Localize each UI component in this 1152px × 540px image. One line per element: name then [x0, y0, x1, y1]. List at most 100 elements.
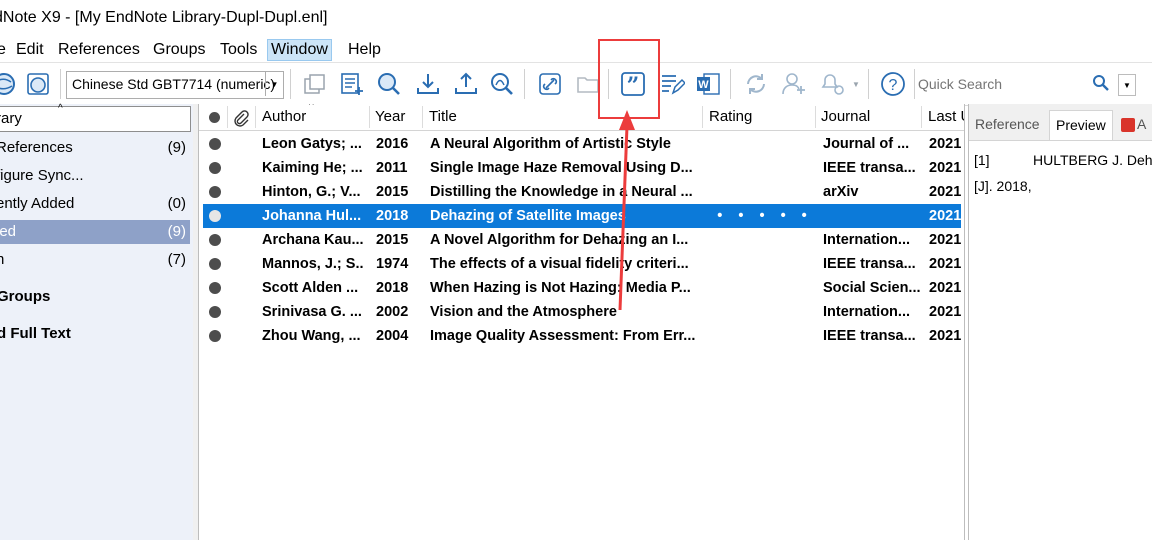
- tab-reference[interactable]: Reference: [969, 110, 1046, 139]
- title-bar: dNote X9 - [My EndNote Library-Dupl-Dupl…: [0, 0, 1152, 36]
- sync-icon[interactable]: [740, 68, 772, 100]
- cell-author: Kaiming He; ...: [262, 160, 363, 176]
- group-count: (0): [167, 195, 186, 212]
- cell-last-updated: 2021: [929, 304, 961, 320]
- integrated-library-icon[interactable]: [22, 68, 54, 100]
- tab-attached-pdfs-label: A: [1137, 116, 1147, 132]
- group-count: (7): [167, 251, 186, 268]
- read-status-icon[interactable]: [209, 138, 221, 150]
- panel-tabs: Reference Preview A: [969, 104, 1152, 141]
- my-library-header[interactable]: rary ^: [0, 103, 191, 132]
- toolbar-separator: [868, 69, 869, 99]
- toolbar-separator: [914, 69, 915, 99]
- group-configure-sync[interactable]: figure Sync...: [0, 164, 190, 188]
- group-label: References: [0, 139, 73, 156]
- new-reference-icon[interactable]: [336, 68, 368, 100]
- output-style-select[interactable]: Chinese Std GBT7714 (numeric) ▼: [66, 71, 284, 99]
- insert-citation-icon[interactable]: ”: [617, 68, 649, 100]
- menu-references[interactable]: References: [55, 40, 143, 60]
- table-row[interactable]: Scott Alden ... 2018 When Hazing is Not Ha…: [203, 276, 961, 300]
- read-status-icon[interactable]: [209, 210, 221, 222]
- help-icon[interactable]: ?: [877, 68, 909, 100]
- import-icon[interactable]: [412, 68, 444, 100]
- column-separator: [422, 106, 423, 128]
- open-file-icon[interactable]: [572, 68, 604, 100]
- column-separator: [227, 106, 228, 128]
- attachment-column-icon[interactable]: [233, 109, 249, 132]
- read-status-icon[interactable]: [209, 258, 221, 270]
- cell-journal: Journal of ...: [823, 136, 910, 152]
- preview-citation-text: HULTBERG J. Deha: [1033, 152, 1152, 168]
- cell-year: 2011: [376, 160, 408, 176]
- chevron-down-icon[interactable]: ▼: [265, 72, 283, 96]
- column-header-year[interactable]: Year: [375, 104, 415, 131]
- read-status-icon[interactable]: [209, 306, 221, 318]
- open-link-icon[interactable]: [534, 68, 566, 100]
- table-row[interactable]: Srinivasa G. ... 2002 Vision and the Atmos…: [203, 300, 961, 324]
- find-full-text-icon[interactable]: [373, 68, 405, 100]
- quick-search-dropdown[interactable]: ▼: [1118, 74, 1136, 96]
- cell-year: 1974: [376, 256, 409, 272]
- read-status-icon[interactable]: [209, 186, 221, 198]
- table-row[interactable]: Archana Kau... 2015 A Novel Algorithm for …: [203, 228, 961, 252]
- menu-window[interactable]: Window: [267, 39, 332, 61]
- cell-year: 2002: [376, 304, 409, 320]
- export-icon[interactable]: [450, 68, 482, 100]
- open-pdf-icon[interactable]: [486, 68, 518, 100]
- edit-citation-icon[interactable]: [656, 68, 688, 100]
- word-icon[interactable]: W: [692, 68, 724, 100]
- table-row[interactable]: Mannos, J.; S... 1974 The effects of a vis…: [203, 252, 961, 276]
- read-status-icon[interactable]: [209, 234, 221, 246]
- group-all-references[interactable]: References (9): [0, 136, 190, 160]
- quick-search-input[interactable]: [916, 72, 1090, 96]
- column-header-title[interactable]: Title: [429, 104, 629, 131]
- read-status-icon[interactable]: [209, 162, 221, 174]
- group-recently-added[interactable]: ently Added (0): [0, 192, 190, 216]
- group-unfiled[interactable]: led (9): [0, 220, 190, 244]
- menu-tools[interactable]: Tools: [217, 40, 260, 60]
- search-icon[interactable]: [1092, 74, 1110, 97]
- copy-to-library-icon[interactable]: [298, 68, 330, 100]
- pdf-icon: [1121, 118, 1135, 133]
- column-header-journal[interactable]: Journal: [821, 104, 901, 131]
- read-status-icon[interactable]: [209, 330, 221, 342]
- read-status-icon[interactable]: [209, 282, 221, 294]
- quick-search: [916, 68, 1122, 100]
- main-toolbar: Chinese Std GBT7714 (numeric) ▼ ” W ▼ ? …: [0, 62, 1152, 106]
- column-header-last-updated[interactable]: Last U: [928, 104, 964, 131]
- menu-groups[interactable]: Groups: [150, 40, 208, 60]
- cell-title: Image Quality Assessment: From Err...: [430, 328, 696, 344]
- sort-ascending-icon: ^: [309, 104, 314, 111]
- online-search-icon[interactable]: [0, 68, 20, 100]
- column-separator: [369, 106, 370, 128]
- menu-file[interactable]: e: [0, 40, 9, 60]
- table-row[interactable]: Kaiming He; ... 2011 Single Image Haze Rem…: [203, 156, 961, 180]
- cell-journal: Social Scien...: [823, 280, 921, 296]
- activity-feed-icon[interactable]: [816, 68, 848, 100]
- cell-title: A Neural Algorithm of Artistic Style: [430, 136, 671, 152]
- svg-text:?: ?: [889, 77, 898, 94]
- group-trash[interactable]: h (7): [0, 248, 190, 272]
- menu-bar: e Edit References Groups Tools Window He…: [0, 37, 1152, 61]
- table-row[interactable]: Zhou Wang, ... 2004 Image Quality Assessme…: [203, 324, 961, 348]
- read-status-column-icon[interactable]: [209, 112, 220, 123]
- toolbar-separator: [730, 69, 731, 99]
- cell-year: 2015: [376, 232, 409, 248]
- column-header-rating[interactable]: Rating: [709, 104, 789, 131]
- column-separator: [255, 106, 256, 128]
- my-groups-heading[interactable]: Groups: [0, 288, 50, 305]
- find-full-text-heading[interactable]: d Full Text: [0, 325, 71, 342]
- cell-journal: IEEE transa...: [823, 256, 916, 272]
- tab-attached-pdfs[interactable]: A: [1115, 110, 1152, 139]
- chevron-down-icon[interactable]: ▼: [852, 80, 860, 89]
- cell-title: Dehazing of Satellite Images: [430, 208, 626, 224]
- cell-journal: arXiv: [823, 184, 859, 200]
- table-row[interactable]: Hinton, G.; V... 2015 Distilling the Knowl…: [203, 180, 961, 204]
- cell-author: Zhou Wang, ...: [262, 328, 361, 344]
- menu-edit[interactable]: Edit: [13, 40, 47, 60]
- table-row[interactable]: Johanna Hul... 2018 Dehazing of Satellite …: [203, 204, 961, 228]
- share-icon[interactable]: [778, 68, 810, 100]
- menu-help[interactable]: Help: [345, 40, 384, 60]
- table-row[interactable]: Leon Gatys; ... 2016 A Neural Algorithm of…: [203, 132, 961, 156]
- tab-preview[interactable]: Preview: [1049, 110, 1113, 140]
